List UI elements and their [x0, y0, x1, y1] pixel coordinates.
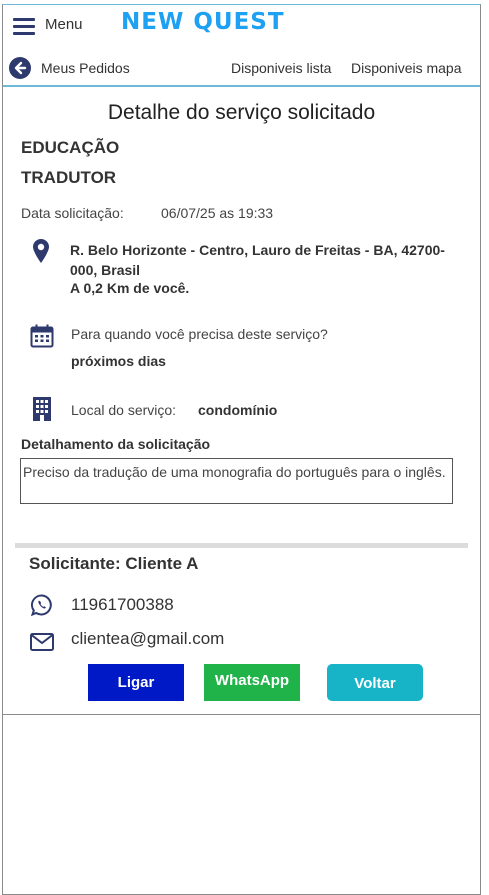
back-arrow-icon[interactable] — [9, 57, 31, 79]
page-title: Detalhe do serviço solicitado — [107, 101, 376, 124]
map-pin-icon — [33, 239, 49, 268]
app-frame: Menu NEW QUEST Meus Pedidos Disponiveis … — [2, 4, 481, 895]
service-address: R. Belo Horizonte - Centro, Lauro de Fre… — [70, 242, 445, 278]
nav-available-list[interactable]: Disponiveis lista — [231, 60, 331, 76]
service-location-value: condomínio — [198, 402, 278, 418]
whatsapp-icon — [30, 594, 53, 621]
service-subcategory: TRADUTOR — [21, 168, 117, 187]
menu-icon[interactable] — [13, 18, 35, 36]
calendar-icon — [30, 324, 54, 353]
requester-phone[interactable]: 11961700388 — [71, 595, 174, 615]
service-location-label: Local do serviço: — [71, 402, 177, 418]
nav-bar: Meus Pedidos Disponiveis lista Disponive… — [3, 49, 480, 87]
mail-icon — [30, 633, 54, 656]
requester-email[interactable]: clientea@gmail.com — [71, 629, 224, 649]
request-detail-heading: Detalhamento da solicitação — [21, 436, 211, 452]
menu-label[interactable]: Menu — [45, 16, 83, 33]
service-category: EDUCAÇÃO — [21, 138, 120, 157]
when-needed-answer: próximos dias — [71, 353, 166, 369]
top-bar: Menu NEW QUEST — [3, 5, 480, 49]
back-button[interactable]: Voltar — [327, 664, 423, 701]
requester-title: Solicitante: Cliente A — [29, 554, 199, 573]
nav-available-map[interactable]: Disponiveis mapa — [351, 60, 462, 76]
when-needed-question: Para quando você precisa deste serviço? — [71, 326, 328, 342]
call-button[interactable]: Ligar — [88, 664, 184, 701]
section-divider — [15, 543, 468, 548]
request-date-value: 06/07/25 as 19:33 — [161, 205, 274, 221]
building-icon — [33, 397, 51, 426]
request-date-label: Data solicitação: — [21, 205, 124, 221]
service-distance: A 0,2 Km de você. — [70, 280, 190, 296]
app-logo: NEW QUEST — [121, 9, 285, 35]
request-detail-text: Preciso da tradução de uma monografia do… — [20, 458, 453, 504]
whatsapp-button[interactable]: WhatsApp — [204, 664, 300, 701]
content-bottom-border — [3, 714, 480, 715]
nav-my-orders[interactable]: Meus Pedidos — [41, 60, 130, 76]
